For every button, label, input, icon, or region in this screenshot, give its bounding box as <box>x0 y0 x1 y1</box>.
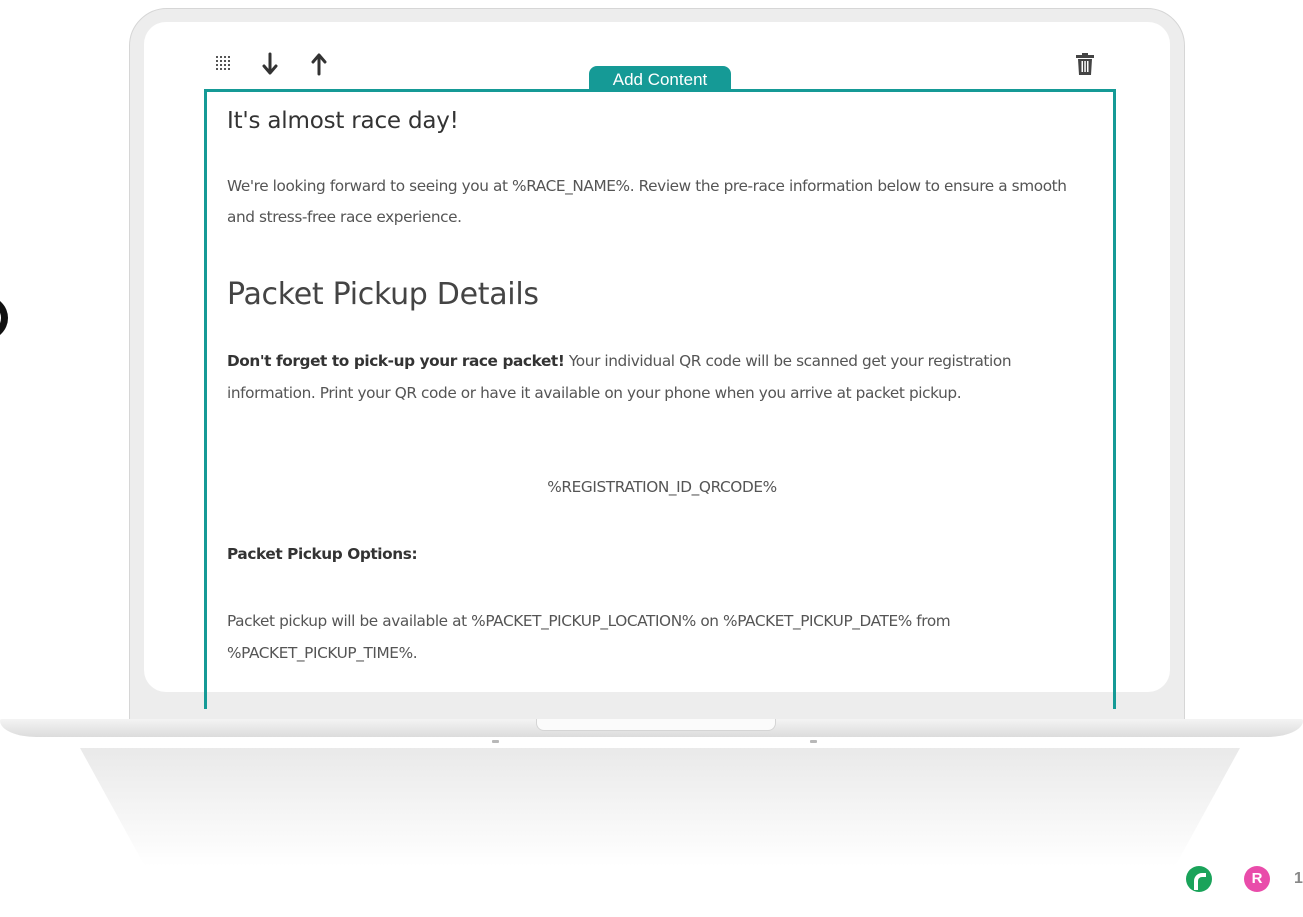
laptop-foot-right <box>810 740 817 743</box>
badge-count: 1 <box>1294 870 1303 887</box>
email-heading[interactable]: It's almost race day! <box>227 108 1097 134</box>
pickup-bold-text: Don't forget to pick-up your race packet… <box>227 352 565 370</box>
drag-handle-icon[interactable] <box>216 56 230 70</box>
edge-artifact <box>0 296 8 340</box>
intro-paragraph[interactable]: We're looking forward to seeing you at %… <box>227 171 1097 233</box>
pickup-paragraph[interactable]: Don't forget to pick-up your race packet… <box>227 345 1097 409</box>
arrow-up-icon[interactable] <box>308 50 330 78</box>
laptop-notch <box>536 719 776 731</box>
green-app-icon[interactable] <box>1186 866 1212 892</box>
pink-r-icon[interactable]: R <box>1244 866 1270 892</box>
section-title[interactable]: Packet Pickup Details <box>227 277 1097 312</box>
laptop-foot-left <box>492 740 499 743</box>
laptop-base <box>0 719 1303 751</box>
options-heading[interactable]: Packet Pickup Options: <box>227 545 1097 563</box>
add-content-button[interactable]: Add Content <box>589 66 731 91</box>
trash-icon[interactable] <box>1076 53 1094 75</box>
arrow-down-icon[interactable] <box>259 50 281 78</box>
laptop-shadow <box>80 748 1240 917</box>
qrcode-placeholder[interactable]: %REGISTRATION_ID_QRCODE% <box>227 478 1097 496</box>
options-paragraph[interactable]: Packet pickup will be available at %PACK… <box>227 605 1097 669</box>
